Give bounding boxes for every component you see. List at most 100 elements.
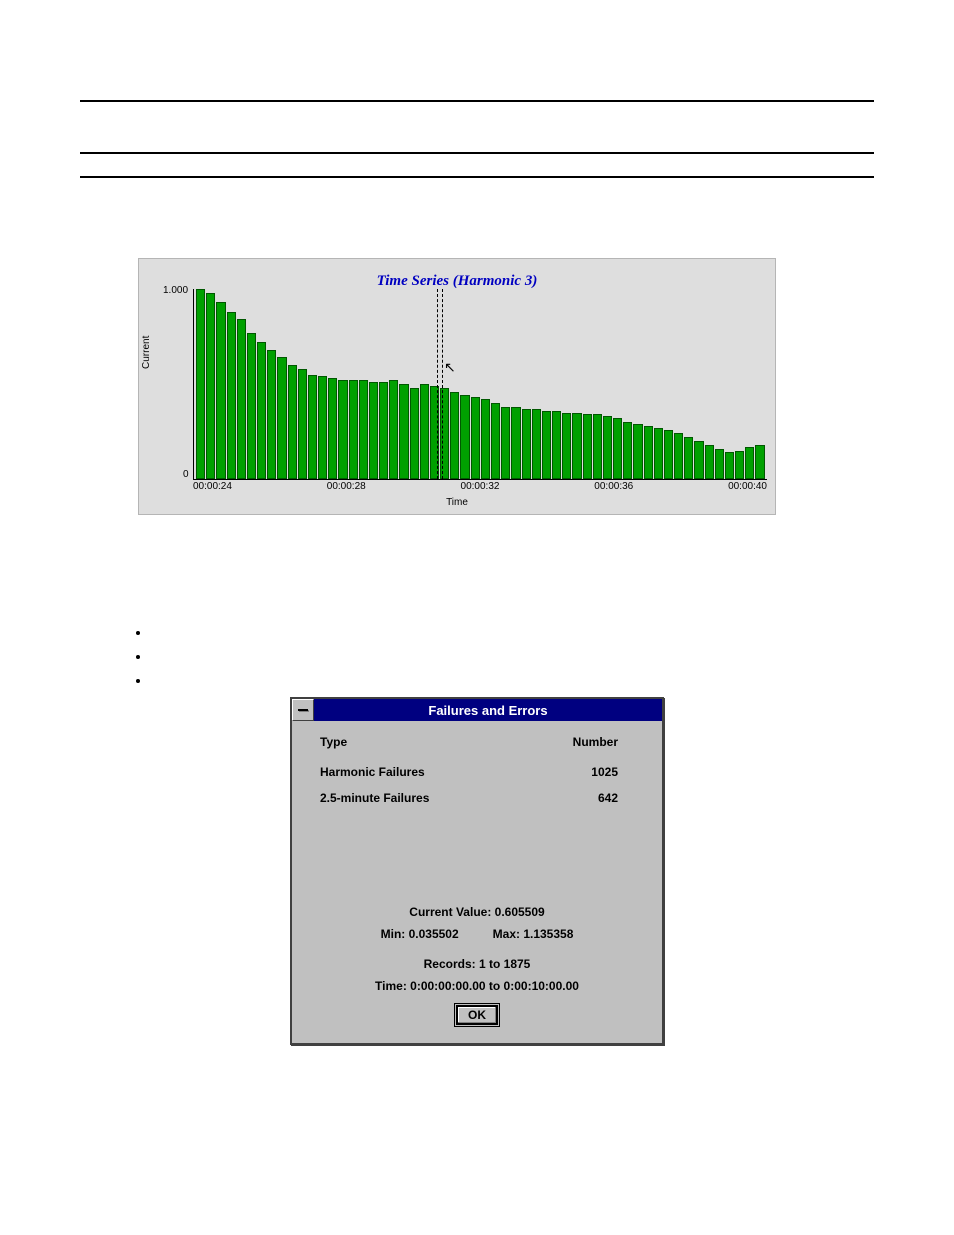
chart-bar [410,388,419,479]
y-tick: 1.000 [163,285,188,296]
dialog-title-bar[interactable]: Failures and Errors [292,699,662,721]
chart-bar [460,395,469,479]
x-tick: 00:00:36 [594,481,633,492]
chart-bar [247,333,256,479]
chart-bar [338,380,347,479]
chart-bar [369,382,378,479]
chart-bar [450,392,459,479]
cell-type: Harmonic Failures [320,765,425,779]
chart-bar [654,428,663,479]
chart-bar [694,441,703,479]
cell-type: 2.5-minute Failures [320,791,429,805]
chart-cursor[interactable] [437,289,438,479]
x-tick: 00:00:24 [193,481,232,492]
chart-bar [603,416,612,479]
ok-button[interactable]: OK [456,1005,498,1025]
x-axis-label: Time [139,497,775,508]
divider [80,100,874,102]
chart-bar [471,397,480,479]
chart-bar [562,413,571,480]
chart-bar [552,411,561,479]
time-range-label: Time: 0:00:00:00.00 to 0:00:10:00.00 [310,975,644,997]
chart-bar [705,445,714,479]
table-row: 2.5-minute Failures 642 [310,785,644,811]
chart-bar [674,433,683,479]
plot-area [193,289,767,480]
dialog-title: Failures and Errors [314,699,662,721]
col-type: Type [320,735,347,749]
chart-bar [501,407,510,479]
chart-bar [308,375,317,480]
chart-bar [583,414,592,479]
bullet-list [150,625,874,683]
chart-bar [379,382,388,479]
chart-bar [542,411,551,479]
chart-cursor[interactable] [442,289,443,479]
chart-bar [644,426,653,479]
chart-bar [532,409,541,479]
chart-bar [359,380,368,479]
chart-bar [389,380,398,479]
chart-bar [664,430,673,479]
chart-bar [349,380,358,479]
time-series-chart: Time Series (Harmonic 3) Current 1.000 0… [138,258,776,515]
chart-bar [237,319,246,479]
chart-bar [420,384,429,479]
chart-bar [491,403,500,479]
document-page: Time Series (Harmonic 3) Current 1.000 0… [0,0,954,1235]
chart-bar [399,384,408,479]
chart-bar [511,407,520,479]
chart-bar [288,365,297,479]
x-tick: 00:00:32 [461,481,500,492]
list-item [150,649,874,659]
table-header: Type Number [310,731,644,759]
dialog-body: Type Number Harmonic Failures 1025 2.5-m… [292,721,662,1043]
chart-bar [481,399,490,479]
chart-bar [593,414,602,479]
chart-bar [318,376,327,479]
chart-bar [633,424,642,479]
table-row: Harmonic Failures 1025 [310,759,644,785]
chart-bar [257,342,266,479]
chart-bar [267,350,276,479]
chart-title: Time Series (Harmonic 3) [139,273,775,290]
chart-bar [522,409,531,479]
x-tick: 00:00:40 [728,481,767,492]
chart-bar [216,302,225,479]
y-axis-label: Current [141,336,152,369]
system-menu-icon[interactable] [292,699,314,721]
chart-bar [735,451,744,480]
max-label: Max: 1.135358 [493,927,574,941]
x-tick: 00:00:28 [327,481,366,492]
chart-bar [328,378,337,479]
chart-bar [572,413,581,480]
cell-number: 642 [598,791,618,805]
chart-bar [745,447,754,479]
col-number: Number [573,735,618,749]
y-tick: 0 [183,469,189,480]
x-ticks: 00:00:24 00:00:28 00:00:32 00:00:36 00:0… [193,481,767,492]
cell-number: 1025 [591,765,618,779]
current-value-label: Current Value: 0.605509 [310,901,644,923]
chart-bar [725,452,734,479]
chart-bar [613,418,622,479]
chart-bar [715,449,724,479]
chart-bar [206,293,215,479]
min-max-row: Min: 0.035502 Max: 1.135358 [310,923,644,953]
chart-bar [298,369,307,479]
min-label: Min: 0.035502 [381,927,459,941]
list-item [150,673,874,683]
chart-bar [196,289,205,479]
chart-bar [227,312,236,479]
list-item [150,625,874,635]
spacer [310,811,644,901]
ok-button-frame: OK [454,1003,500,1027]
chart-bar [755,445,764,479]
records-label: Records: 1 to 1875 [310,953,644,975]
chart-bar [277,357,286,479]
divider [80,176,874,178]
failures-dialog: Failures and Errors Type Number Harmonic… [290,697,664,1045]
divider [80,152,874,154]
chart-bar [684,437,693,479]
chart-bar [623,422,632,479]
